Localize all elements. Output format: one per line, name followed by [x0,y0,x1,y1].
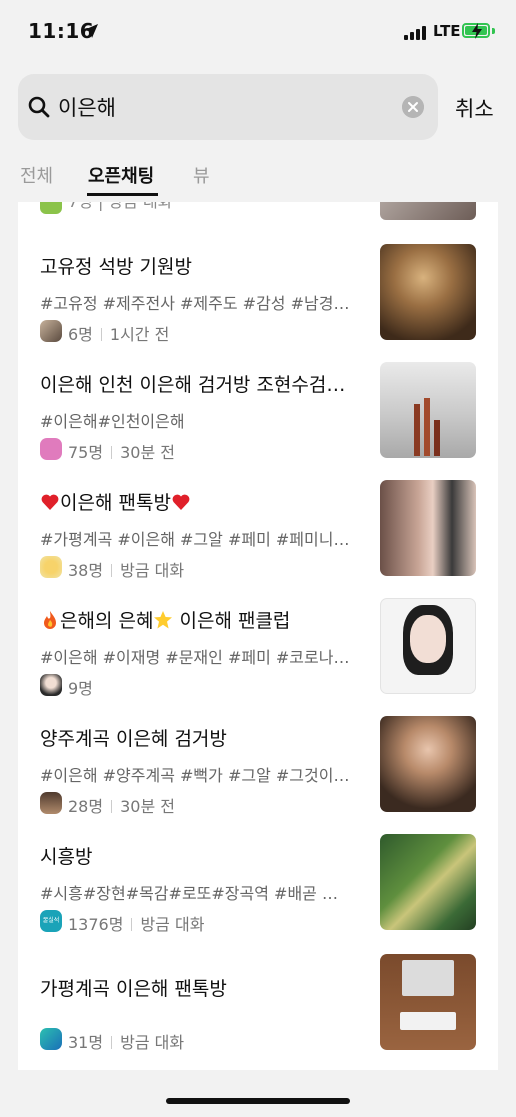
search-icon [28,96,50,118]
last-activity: 방금 대화 [120,561,185,580]
member-count: 28명 [68,797,104,816]
last-activity: 30분 전 [120,443,175,462]
member-count: 6명 [68,325,93,344]
room-title: 고유정 석방 기원방 [40,256,192,278]
room-avatar [40,320,62,342]
list-item[interactable]: 양주계곡 이은혜 검거방 #이은해 #양주계곡 #뻑가 #그알 #그것이… 28… [18,716,498,842]
room-title-text: 이은해 팬클럽 [173,610,291,632]
room-title-text: 은해의 은혜 [60,610,154,632]
room-avatar: 꿀실석 [40,910,62,932]
signal-icon [404,25,430,40]
tab-view[interactable]: 뷰 [193,162,210,188]
last-activity: 30분 전 [120,797,175,816]
last-activity: 1시간 전 [109,325,170,344]
last-activity: 방금 대화 [120,1033,185,1052]
room-thumbnail [380,480,476,576]
tab-open-chat[interactable]: 오픈채팅 [88,162,154,188]
search-tabs: 전체 오픈채팅 뷰 [0,150,516,198]
room-title: 이은해 인천 이은해 검거방 조현수검… [40,374,346,396]
room-thumbnail [380,716,476,812]
status-bar: 11:16 LTE [0,0,516,60]
search-box[interactable] [18,74,438,140]
room-thumbnail [380,362,476,458]
clear-search-icon[interactable] [402,96,424,118]
list-item[interactable]: 은해의 은혜 이은해 팬클럽 #이은해 #이재명 #문재인 #페미 #코로나… … [18,598,498,724]
member-count: 1376명 [68,915,124,934]
list-item[interactable]: 시흥방 #시흥#장현#목감#로또#장곡역 #배곧 #… 꿀실석 1376명 방금 … [18,834,498,960]
tab-all[interactable]: 전체 [20,162,53,188]
list-item[interactable]: 가평계곡 이은해 팬톡방 31명 방금 대화 [18,954,498,1070]
heart-emoji-icon [172,494,190,510]
member-count: 75명 [68,443,104,462]
last-activity: 방금 대화 [140,915,205,934]
room-thumbnail [380,598,476,694]
room-title: 이은해 팬톡방 [40,488,350,515]
room-title: 시흥방 [40,846,93,868]
room-tags: #이은해 #이재명 #문재인 #페미 #코로나… [40,648,350,667]
list-item[interactable]: 7명 | 방금 대화 [18,202,498,220]
room-tags: #가평계곡 #이은해 #그알 #페미 #페미니… [40,530,350,549]
room-title: 양주계곡 이은혜 검거방 [40,728,227,750]
charging-bolt-icon [472,23,482,39]
room-title: 은해의 은혜 이은해 팬클럽 [40,606,350,633]
room-avatar [40,1028,62,1050]
room-avatar [40,556,62,578]
room-avatar [40,792,62,814]
home-indicator [166,1098,350,1104]
heart-emoji-icon [41,494,59,510]
room-title-text: 이은해 팬톡방 [60,492,171,514]
location-arrow-icon [84,24,98,38]
room-tags: #시흥#장현#목감#로또#장곡역 #배곧 #… [40,884,350,903]
room-title: 가평계곡 이은해 팬톡방 [40,978,227,1000]
room-tags: #고유정 #제주전사 #제주도 #감성 #남경… [40,294,350,313]
room-avatar [40,674,62,696]
member-count: 9명 [68,679,93,698]
results-list: 7명 | 방금 대화 고유정 석방 기원방 #고유정 #제주전사 #제주도 #감… [18,202,498,1070]
star-emoji-icon [154,611,173,629]
list-item[interactable]: 이은해 인천 이은해 검거방 조현수검… #이은해#인천이은해 75명 30분 전 [18,362,498,488]
room-thumbnail [380,244,476,340]
cancel-button[interactable]: 취소 [455,93,494,123]
room-thumbnail [380,954,476,1050]
room-avatar [40,438,62,460]
search-input[interactable] [58,91,388,123]
active-tab-indicator [87,193,158,196]
member-count: 38명 [68,561,104,580]
room-thumbnail [380,202,476,220]
network-label: LTE [433,22,461,40]
room-avatar [40,202,62,214]
fire-emoji-icon [44,611,56,629]
list-item[interactable]: 고유정 석방 기원방 #고유정 #제주전사 #제주도 #감성 #남경… 6명 1시… [18,244,498,370]
room-thumbnail [380,834,476,930]
room-tags: #이은해#인천이은해 [40,412,185,431]
room-tags: #이은해 #양주계곡 #뻑가 #그알 #그것이… [40,766,350,785]
room-meta: 7명 | 방금 대화 [68,202,172,212]
list-item[interactable]: 이은해 팬톡방 #가평계곡 #이은해 #그알 #페미 #페미니… 38명 방금 대… [18,480,498,606]
member-count: 31명 [68,1033,104,1052]
